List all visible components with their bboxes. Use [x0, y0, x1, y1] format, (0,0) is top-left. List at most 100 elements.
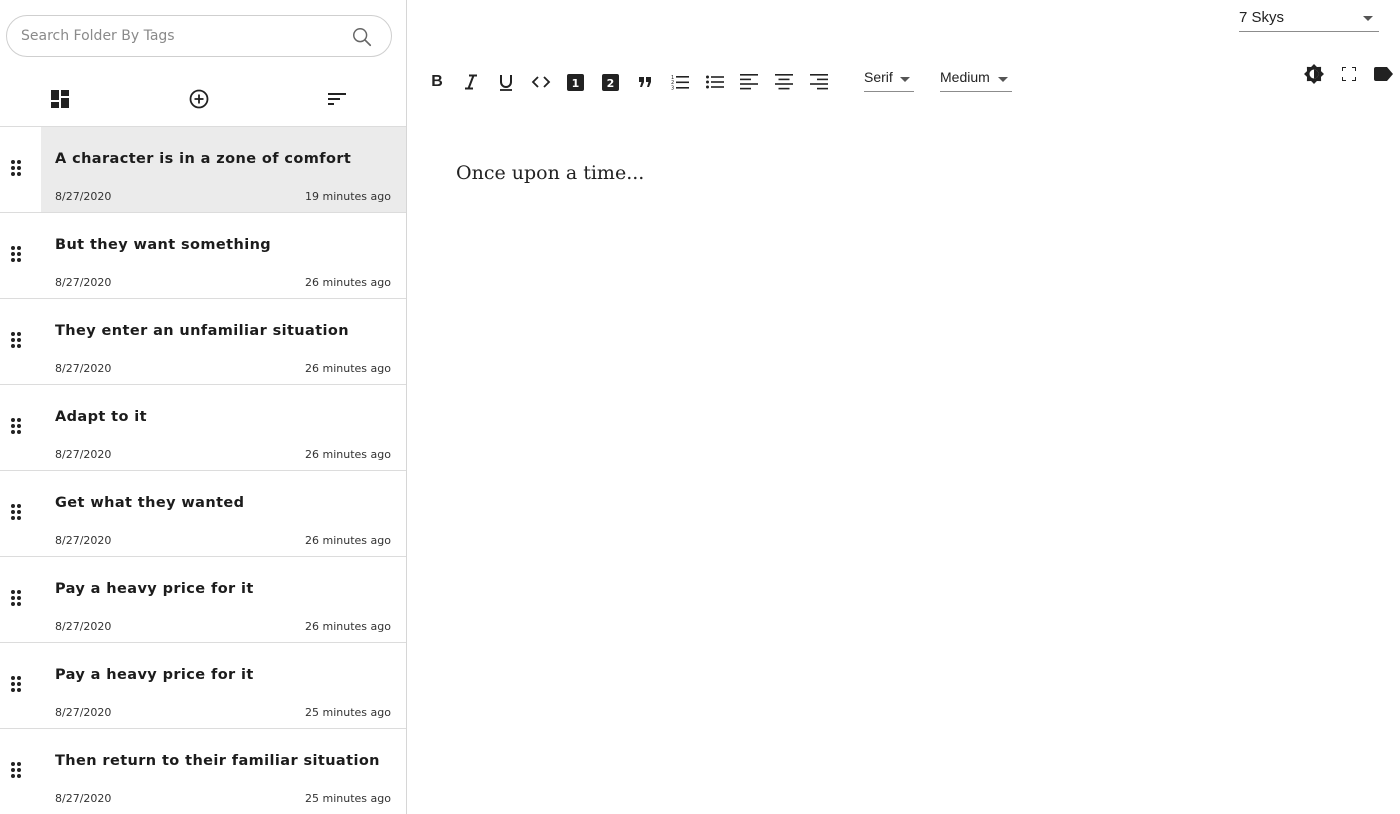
document-text[interactable]: Once upon a time... [456, 162, 644, 184]
drag-handle-icon[interactable] [10, 589, 22, 607]
list-item[interactable]: But they want something 8/27/2020 26 minut… [0, 212, 406, 298]
note-content[interactable]: Then return to their familiar situation 8… [41, 729, 406, 814]
fullscreen-icon [1342, 67, 1356, 81]
italic-button[interactable] [459, 70, 483, 94]
note-date: 8/27/2020 [55, 534, 112, 547]
list-item[interactable]: They enter an unfamiliar situation 8/27/2… [0, 298, 406, 384]
bulleted-list-button[interactable] [703, 70, 727, 94]
note-title: Get what they wanted [55, 495, 245, 511]
drag-handle-icon[interactable] [10, 761, 22, 779]
note-date: 8/27/2020 [55, 362, 112, 375]
note-content[interactable]: Pay a heavy price for it 8/27/2020 26 minu… [41, 557, 406, 642]
note-content[interactable]: They enter an unfamiliar situation 8/27/2… [41, 299, 406, 384]
note-updated: 25 minutes ago [305, 792, 391, 805]
note-date: 8/27/2020 [55, 792, 112, 805]
note-content[interactable]: Get what they wanted 8/27/2020 26 minutes … [41, 471, 406, 556]
align-right-button[interactable] [807, 70, 831, 94]
sort-button[interactable] [325, 87, 349, 111]
note-content[interactable]: Pay a heavy price for it 8/27/2020 25 minu… [41, 643, 406, 728]
svg-text:1: 1 [571, 77, 579, 90]
theme-toggle-button[interactable] [1303, 63, 1325, 85]
drag-handle-icon[interactable] [10, 159, 22, 177]
dashboard-button[interactable] [48, 87, 72, 111]
align-left-button[interactable] [737, 70, 761, 94]
svg-text:2: 2 [606, 77, 614, 90]
bulleted-list-icon [706, 75, 724, 89]
notes-list: A character is in a zone of comfort 8/27/… [0, 126, 406, 814]
font-family-value: Serif [864, 69, 893, 85]
font-size-value: Medium [940, 69, 990, 85]
note-title: Then return to their familiar situation [55, 753, 380, 769]
underline-button[interactable] [494, 70, 518, 94]
tags-button[interactable] [1373, 63, 1395, 85]
note-updated: 26 minutes ago [305, 620, 391, 633]
align-left-icon [740, 74, 758, 90]
folder-select[interactable]: 7 Skys [1239, 5, 1379, 32]
list-item[interactable]: Get what they wanted 8/27/2020 26 minutes … [0, 470, 406, 556]
chevron-down-icon [1363, 16, 1373, 21]
numbered-list-icon: 1 2 3 [671, 75, 689, 91]
drag-handle-icon[interactable] [10, 675, 22, 693]
note-updated: 26 minutes ago [305, 362, 391, 375]
heading-one-button[interactable]: 1 [563, 70, 587, 94]
align-center-button[interactable] [772, 70, 796, 94]
italic-icon [465, 74, 477, 90]
code-button[interactable] [529, 70, 553, 94]
underline-icon [500, 74, 512, 91]
note-title: They enter an unfamiliar situation [55, 323, 349, 339]
note-date: 8/27/2020 [55, 190, 112, 203]
formatting-toolbar: B 1 2 1 2 3 Serif Medium [407, 60, 1400, 104]
bold-button[interactable]: B [425, 70, 449, 94]
note-content[interactable]: But they want something 8/27/2020 26 minut… [41, 213, 406, 298]
looks-one-icon: 1 [566, 73, 584, 91]
blockquote-button[interactable] [633, 70, 657, 94]
numbered-list-button[interactable]: 1 2 3 [668, 70, 692, 94]
label-icon [1374, 67, 1393, 81]
note-title: A character is in a zone of comfort [55, 151, 352, 167]
bold-label: B [431, 73, 443, 90]
note-date: 8/27/2020 [55, 276, 112, 289]
code-icon [531, 76, 551, 88]
heading-two-button[interactable]: 2 [598, 70, 622, 94]
note-title: But they want something [55, 237, 272, 253]
font-family-select[interactable]: Serif [864, 67, 914, 92]
sidebar: A character is in a zone of comfort 8/27/… [0, 0, 407, 814]
svg-text:3: 3 [671, 86, 674, 91]
note-updated: 25 minutes ago [305, 706, 391, 719]
list-item[interactable]: A character is in a zone of comfort 8/27/… [0, 126, 406, 212]
note-date: 8/27/2020 [55, 620, 112, 633]
note-updated: 26 minutes ago [305, 276, 391, 289]
drag-handle-icon[interactable] [10, 417, 22, 435]
add-circle-icon [189, 89, 209, 109]
note-content[interactable]: A character is in a zone of comfort 8/27/… [41, 127, 406, 212]
list-item[interactable]: Pay a heavy price for it 8/27/2020 25 minu… [0, 642, 406, 728]
note-title: Pay a heavy price for it [55, 581, 254, 597]
note-title: Adapt to it [55, 409, 147, 425]
note-updated: 19 minutes ago [305, 190, 391, 203]
drag-handle-icon[interactable] [10, 503, 22, 521]
drag-handle-icon[interactable] [10, 245, 22, 263]
note-date: 8/27/2020 [55, 706, 112, 719]
list-item[interactable]: Then return to their familiar situation 8… [0, 728, 406, 814]
drag-handle-icon[interactable] [10, 331, 22, 349]
align-right-icon [810, 74, 828, 90]
note-content[interactable]: Adapt to it 8/27/2020 26 minutes ago [41, 385, 406, 470]
note-date: 8/27/2020 [55, 448, 112, 461]
note-updated: 26 minutes ago [305, 534, 391, 547]
quote-icon [639, 77, 651, 87]
folder-select-value: 7 Skys [1239, 9, 1285, 26]
add-note-button[interactable] [187, 87, 211, 111]
list-item[interactable]: Adapt to it 8/27/2020 26 minutes ago [0, 384, 406, 470]
align-center-icon [775, 74, 793, 90]
search-icon[interactable] [351, 26, 373, 48]
fullscreen-button[interactable] [1338, 63, 1360, 85]
chevron-down-icon [998, 77, 1008, 82]
chevron-down-icon [900, 77, 910, 82]
note-title: Pay a heavy price for it [55, 667, 254, 683]
search-input[interactable] [21, 25, 321, 47]
font-size-select[interactable]: Medium [940, 67, 1012, 92]
list-item[interactable]: Pay a heavy price for it 8/27/2020 26 minu… [0, 556, 406, 642]
sidebar-actions [0, 74, 406, 126]
sort-icon [328, 93, 346, 105]
search-box [6, 15, 392, 57]
